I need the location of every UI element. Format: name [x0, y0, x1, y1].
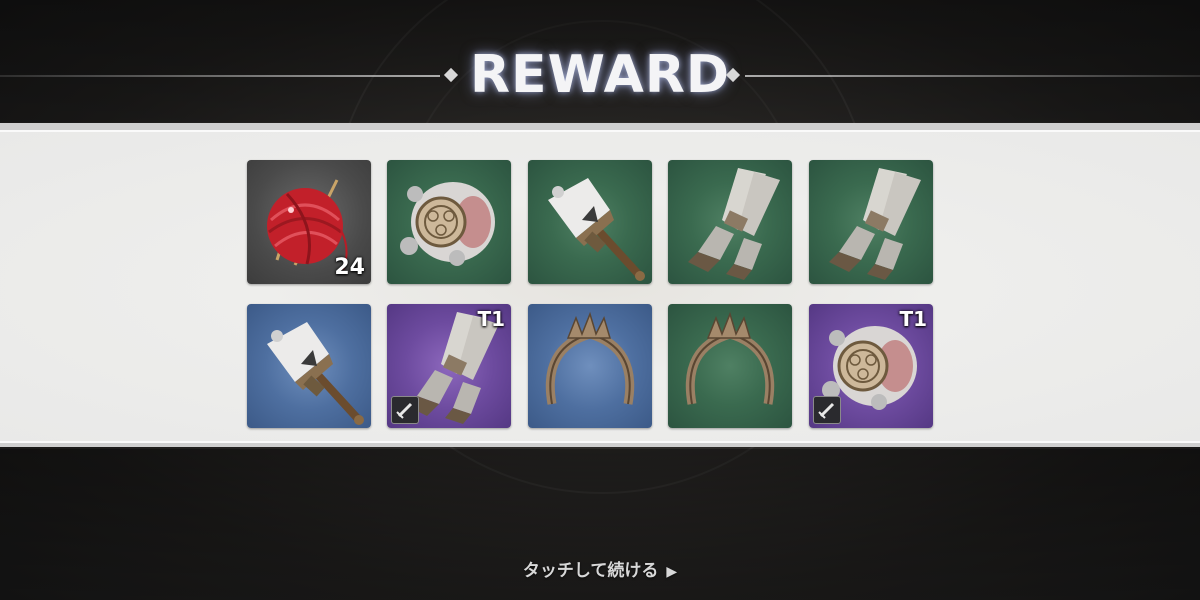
reward-slot[interactable]: 24	[247, 160, 371, 284]
reward-title: REWARD	[470, 45, 731, 105]
spiked-circlet-icon	[685, 311, 775, 405]
reward-slot[interactable]: T1	[809, 304, 933, 428]
sword-badge-icon	[813, 396, 841, 424]
armored-gloves-icon	[829, 168, 921, 280]
play-arrow-icon: ▶	[666, 564, 678, 580]
reward-slot[interactable]	[668, 304, 792, 428]
title-divider-right	[745, 75, 1200, 77]
armored-gloves-icon	[688, 168, 780, 280]
continue-text: タッチして続ける	[522, 561, 659, 581]
tier-label: T1	[899, 307, 927, 331]
reward-slot[interactable]	[247, 304, 371, 428]
title-divider-left	[0, 75, 440, 77]
tier-label: T1	[477, 307, 505, 331]
gauntlet-medallion-icon	[400, 182, 495, 266]
reward-slot[interactable]	[809, 160, 933, 284]
reward-grid: 24 T1 T1	[247, 160, 933, 428]
reward-slot[interactable]	[528, 160, 652, 284]
reward-slot[interactable]	[387, 160, 511, 284]
continue-prompt[interactable]: タッチして続ける ▶	[470, 556, 730, 586]
item-quantity: 24	[334, 255, 365, 280]
reward-slot[interactable]	[668, 160, 792, 284]
fist-scepter-icon	[267, 322, 364, 425]
fist-scepter-icon	[548, 178, 645, 281]
spiked-circlet-icon	[545, 311, 635, 405]
reward-slot[interactable]	[528, 304, 652, 428]
reward-slot[interactable]: T1	[387, 304, 511, 428]
sword-badge-icon	[391, 396, 419, 424]
